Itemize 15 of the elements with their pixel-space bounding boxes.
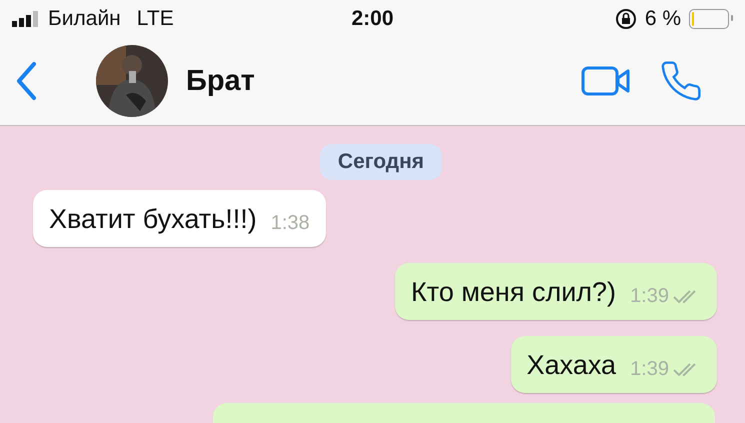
rotation-lock-icon [614,8,637,30]
message-time: 1:39 [630,285,669,308]
message-time: 1:38 [270,212,310,235]
message-text: Хахаха [526,350,616,381]
message-text: Кто меня слил?) [411,277,616,308]
phone-call-button[interactable] [659,59,703,104]
message-time: 1:39 [630,358,669,381]
contact-name: Брат [186,64,256,98]
video-call-button[interactable] [581,65,631,98]
message-text: Хватит бухать!!!) [49,204,257,235]
network-type: LTE [136,6,174,31]
battery-percent: 6 % [644,6,681,31]
clock: 2:00 [351,6,394,31]
date-label: Сегодня [320,144,442,180]
carrier-name: Билайн [48,6,121,31]
